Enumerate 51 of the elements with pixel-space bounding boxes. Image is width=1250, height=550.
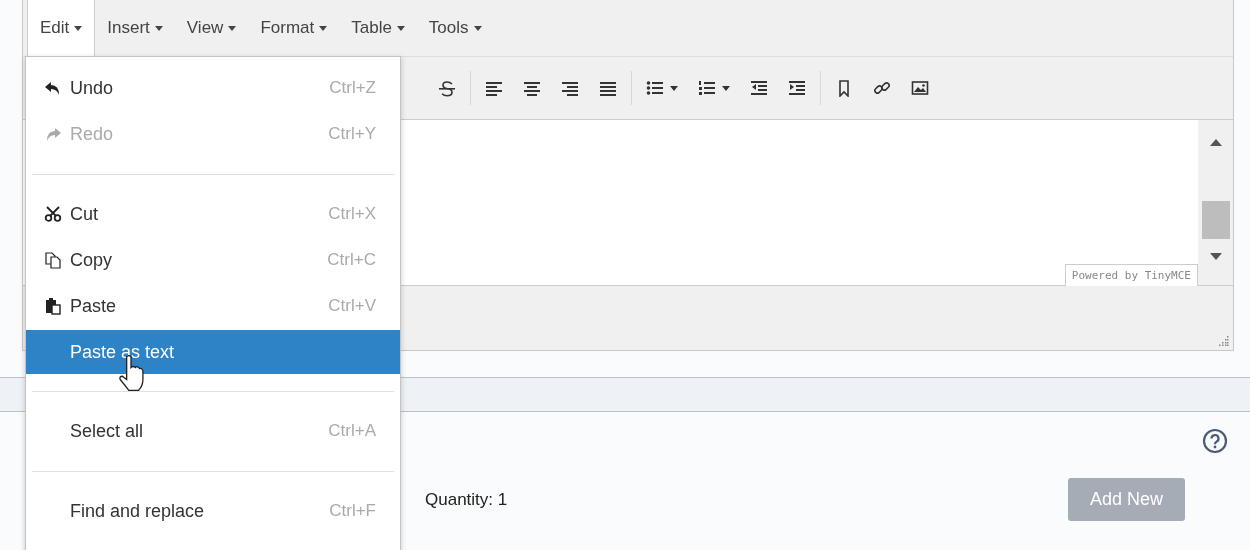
menu-tab[interactable]: Insert <box>95 0 175 56</box>
indent-icon <box>788 79 806 97</box>
scroll-up-icon[interactable] <box>1209 138 1222 146</box>
shortcut-text: Ctrl+Z <box>329 78 376 98</box>
shortcut-text: Ctrl+A <box>328 421 376 441</box>
menu-item[interactable]: Select all Ctrl+A <box>26 408 400 454</box>
shortcut-text: Ctrl+Y <box>328 124 376 144</box>
align-left-icon <box>485 79 503 97</box>
menu-tab[interactable]: Table <box>339 0 417 56</box>
menu-item[interactable]: Cut Ctrl+X <box>26 191 400 237</box>
outdent-icon <box>750 79 768 97</box>
caret-icon <box>154 25 163 31</box>
caret-icon <box>722 85 730 91</box>
copy-icon <box>44 251 62 269</box>
numbered-list-icon <box>698 79 716 97</box>
clipboard-icon <box>44 297 62 315</box>
menu-tab[interactable]: Tools <box>416 0 494 56</box>
scrollbar[interactable] <box>1198 120 1233 285</box>
menu-item[interactable]: Undo Ctrl+Z <box>26 65 400 111</box>
shortcut-text: Ctrl+X <box>328 204 376 224</box>
scroll-thumb[interactable] <box>1201 201 1230 239</box>
quantity-label: Quantity: 1 <box>425 489 508 510</box>
caret-icon <box>670 85 678 91</box>
caret-icon <box>228 25 237 31</box>
scissors-icon <box>44 205 62 223</box>
caret-icon <box>396 25 405 31</box>
undo-arrow-icon <box>44 79 62 97</box>
align-right-icon <box>561 79 579 97</box>
resize-grip-icon[interactable] <box>1219 336 1229 346</box>
menu-item[interactable]: Paste Ctrl+V <box>26 283 400 329</box>
menu-tab[interactable]: Edit <box>27 0 96 56</box>
caret-icon <box>473 25 482 31</box>
caret-icon <box>74 25 83 31</box>
shortcut-text: Ctrl+F <box>329 501 376 521</box>
scroll-down-icon[interactable] <box>1209 253 1222 261</box>
link-icon <box>873 79 891 97</box>
shortcut-text: Ctrl+V <box>328 296 376 316</box>
shortcut-text: Ctrl+C <box>327 250 376 270</box>
bullet-list-icon <box>646 79 664 97</box>
align-center-icon <box>523 79 541 97</box>
image-icon <box>911 79 929 97</box>
justify-icon <box>599 79 617 97</box>
strikethrough-icon <box>438 79 456 97</box>
menu-tab[interactable]: Format <box>248 0 340 56</box>
caret-icon <box>319 25 328 31</box>
menu-item[interactable]: Find and replace Ctrl+F <box>26 488 400 534</box>
menu-item[interactable]: Copy Ctrl+C <box>26 237 400 283</box>
redo-arrow-icon <box>44 125 62 143</box>
menu-tab[interactable]: View <box>174 0 249 56</box>
help-icon[interactable] <box>1202 428 1228 454</box>
powered-by-label[interactable]: Powered by TinyMCE <box>1064 264 1198 286</box>
